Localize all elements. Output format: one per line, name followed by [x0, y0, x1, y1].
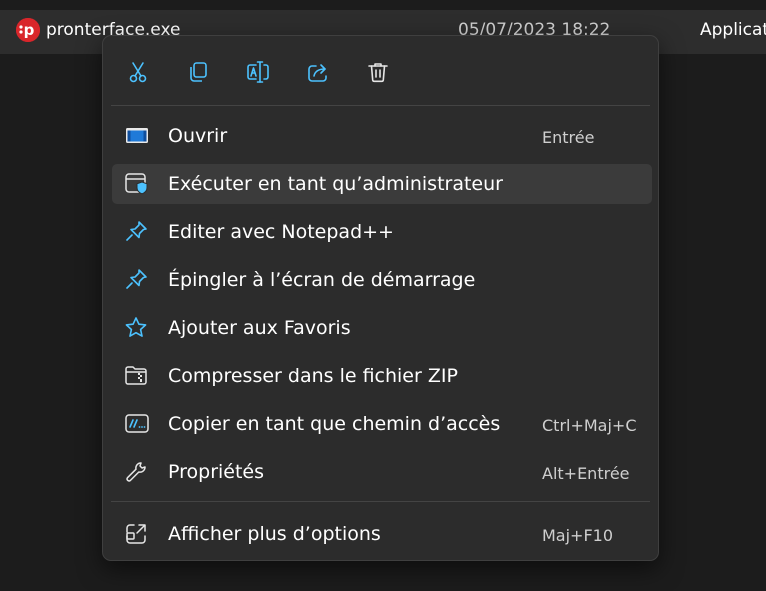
menu-item-label: Afficher plus d’options — [168, 523, 381, 545]
file-type: Applicat — [700, 20, 766, 40]
rename-icon — [247, 61, 269, 83]
pronterface-app-icon: p — [16, 18, 40, 42]
zip-folder-icon — [124, 364, 150, 388]
delete-icon — [368, 63, 388, 83]
copy-button[interactable] — [183, 57, 213, 87]
open-window-icon — [124, 124, 150, 148]
menu-item-label: Propriétés — [168, 461, 265, 483]
menu-item-open[interactable]: Ouvrir Entrée — [112, 116, 652, 156]
menu-item-label: Exécuter en tant qu’administrateur — [168, 173, 503, 195]
share-button[interactable] — [303, 57, 333, 87]
copy-icon — [190, 62, 207, 82]
menu-item-shortcut: Ctrl+Maj+C — [542, 416, 637, 435]
wrench-icon — [124, 460, 150, 484]
menu-item-compress-zip[interactable]: Compresser dans le fichier ZIP — [112, 356, 652, 396]
menu-divider — [111, 501, 650, 502]
menu-item-add-favorites[interactable]: Ajouter aux Favoris — [112, 308, 652, 348]
run-as-admin-shield-icon — [124, 172, 150, 196]
pin-icon — [124, 268, 150, 292]
menu-item-shortcut: Alt+Entrée — [542, 464, 630, 483]
svg-text:p: p — [24, 21, 35, 39]
menu-item-properties[interactable]: Propriétés Alt+Entrée — [112, 452, 652, 492]
cut-icon — [129, 62, 147, 83]
cut-button[interactable] — [123, 57, 153, 87]
menu-item-label: Compresser dans le fichier ZIP — [168, 365, 458, 387]
toolbar-divider — [111, 105, 650, 106]
menu-item-shortcut: Maj+F10 — [542, 526, 614, 545]
pin-icon — [124, 220, 150, 244]
menu-item-label: Ouvrir — [168, 125, 228, 147]
menu-item-label: Editer avec Notepad++ — [168, 221, 394, 243]
more-options-icon — [124, 522, 150, 546]
menu-item-label: Ajouter aux Favoris — [168, 317, 351, 339]
menu-item-run-as-admin[interactable]: Exécuter en tant qu’administrateur — [112, 164, 652, 204]
menu-item-copy-path[interactable]: Copier en tant que chemin d’accès Ctrl+M… — [112, 404, 652, 444]
menu-item-edit-notepad[interactable]: Editer avec Notepad++ — [112, 212, 652, 252]
context-menu: Ouvrir Entrée Exécuter en tant qu’admini… — [102, 35, 659, 561]
star-icon — [124, 316, 150, 340]
menu-item-label: Épingler à l’écran de démarrage — [168, 269, 476, 291]
menu-item-pin-to-start[interactable]: Épingler à l’écran de démarrage — [112, 260, 652, 300]
delete-button[interactable] — [363, 57, 393, 87]
share-icon — [308, 64, 327, 82]
menu-item-shortcut: Entrée — [542, 128, 595, 147]
menu-item-label: Copier en tant que chemin d’accès — [168, 413, 501, 435]
copy-path-icon — [124, 412, 150, 436]
menu-item-show-more-options[interactable]: Afficher plus d’options Maj+F10 — [112, 514, 652, 554]
rename-button[interactable] — [243, 57, 273, 87]
